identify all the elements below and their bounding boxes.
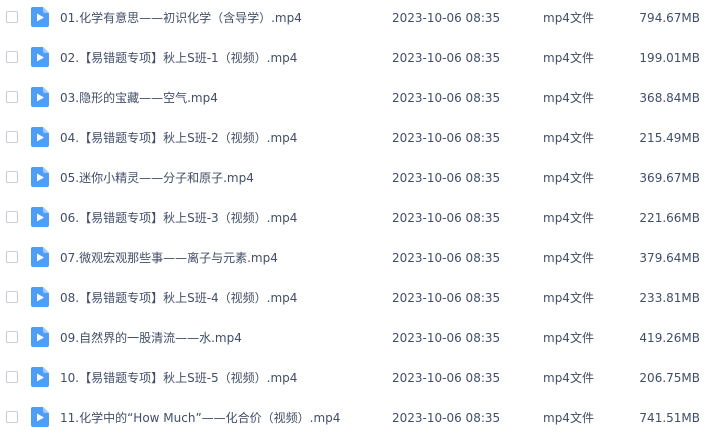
row-checkbox[interactable] <box>6 131 18 143</box>
file-date: 2023-10-06 08:35 <box>392 371 501 385</box>
file-list: 01.化学有意思——初识化学（含导学）.mp4 2023-10-06 08:35… <box>0 0 719 433</box>
file-date: 2023-10-06 08:35 <box>392 131 501 145</box>
file-name[interactable]: 06.【易错题专项】秋上S班-3（视频）.mp4 <box>60 210 297 226</box>
video-file-icon <box>31 367 49 387</box>
file-size: 221.66MB <box>639 211 700 225</box>
file-type: mp4文件 <box>543 51 594 65</box>
file-row[interactable]: 11.化学中的“How Much”——化合价（视频）.mp4 2023-10-0… <box>0 400 719 440</box>
file-name[interactable]: 08.【易错题专项】秋上S班-4（视频）.mp4 <box>60 290 297 306</box>
file-name[interactable]: 05.迷你小精灵——分子和原子.mp4 <box>60 170 254 186</box>
file-size: 206.75MB <box>639 371 700 385</box>
file-name[interactable]: 02.【易错题专项】秋上S班-1（视频）.mp4 <box>60 50 297 66</box>
row-checkbox[interactable] <box>6 11 18 23</box>
file-type: mp4文件 <box>543 91 594 105</box>
file-date: 2023-10-06 08:35 <box>392 91 501 105</box>
file-date: 2023-10-06 08:35 <box>392 171 501 185</box>
file-row[interactable]: 07.微观宏观那些事——离子与元素.mp4 2023-10-06 08:35 m… <box>0 240 719 280</box>
file-type: mp4文件 <box>543 291 594 305</box>
file-name[interactable]: 04.【易错题专项】秋上S班-2（视频）.mp4 <box>60 130 297 146</box>
file-date: 2023-10-06 08:35 <box>392 11 501 25</box>
file-size: 369.67MB <box>639 171 700 185</box>
row-checkbox[interactable] <box>6 251 18 263</box>
video-file-icon <box>31 207 49 227</box>
file-date: 2023-10-06 08:35 <box>392 211 501 225</box>
video-file-icon <box>31 287 49 307</box>
file-type: mp4文件 <box>543 11 594 25</box>
file-name[interactable]: 09.自然界的一股清流——水.mp4 <box>60 330 242 346</box>
file-type: mp4文件 <box>543 251 594 265</box>
file-type: mp4文件 <box>543 331 594 345</box>
row-checkbox[interactable] <box>6 411 18 423</box>
file-date: 2023-10-06 08:35 <box>392 291 501 305</box>
file-row[interactable]: 01.化学有意思——初识化学（含导学）.mp4 2023-10-06 08:35… <box>0 0 719 40</box>
file-type: mp4文件 <box>543 371 594 385</box>
file-size: 379.64MB <box>639 251 700 265</box>
video-file-icon <box>31 247 49 267</box>
file-type: mp4文件 <box>543 211 594 225</box>
video-file-icon <box>31 327 49 347</box>
video-file-icon <box>31 407 49 427</box>
file-size: 741.51MB <box>639 411 700 425</box>
row-checkbox[interactable] <box>6 291 18 303</box>
file-size: 199.01MB <box>639 51 700 65</box>
video-file-icon <box>31 7 49 27</box>
file-row[interactable]: 02.【易错题专项】秋上S班-1（视频）.mp4 2023-10-06 08:3… <box>0 40 719 80</box>
row-checkbox[interactable] <box>6 91 18 103</box>
row-checkbox[interactable] <box>6 171 18 183</box>
file-date: 2023-10-06 08:35 <box>392 411 501 425</box>
file-type: mp4文件 <box>543 131 594 145</box>
row-checkbox[interactable] <box>6 211 18 223</box>
file-row[interactable]: 04.【易错题专项】秋上S班-2（视频）.mp4 2023-10-06 08:3… <box>0 120 719 160</box>
file-size: 215.49MB <box>639 131 700 145</box>
file-row[interactable]: 09.自然界的一股清流——水.mp4 2023-10-06 08:35 mp4文… <box>0 320 719 360</box>
file-date: 2023-10-06 08:35 <box>392 51 501 65</box>
file-row[interactable]: 06.【易错题专项】秋上S班-3（视频）.mp4 2023-10-06 08:3… <box>0 200 719 240</box>
file-date: 2023-10-06 08:35 <box>392 251 501 265</box>
file-row[interactable]: 10.【易错题专项】秋上S班-5（视频）.mp4 2023-10-06 08:3… <box>0 360 719 400</box>
row-checkbox[interactable] <box>6 51 18 63</box>
file-name[interactable]: 01.化学有意思——初识化学（含导学）.mp4 <box>60 10 302 26</box>
row-checkbox[interactable] <box>6 331 18 343</box>
file-name[interactable]: 03.隐形的宝藏——空气.mp4 <box>60 90 218 106</box>
file-name[interactable]: 10.【易错题专项】秋上S班-5（视频）.mp4 <box>60 370 297 386</box>
video-file-icon <box>31 127 49 147</box>
file-name[interactable]: 11.化学中的“How Much”——化合价（视频）.mp4 <box>60 410 340 426</box>
file-row[interactable]: 05.迷你小精灵——分子和原子.mp4 2023-10-06 08:35 mp4… <box>0 160 719 200</box>
file-row[interactable]: 08.【易错题专项】秋上S班-4（视频）.mp4 2023-10-06 08:3… <box>0 280 719 320</box>
file-row[interactable]: 03.隐形的宝藏——空气.mp4 2023-10-06 08:35 mp4文件 … <box>0 80 719 120</box>
file-size: 794.67MB <box>639 11 700 25</box>
video-file-icon <box>31 47 49 67</box>
file-size: 419.26MB <box>639 331 700 345</box>
row-checkbox[interactable] <box>6 371 18 383</box>
file-type: mp4文件 <box>543 171 594 185</box>
video-file-icon <box>31 87 49 107</box>
file-size: 368.84MB <box>639 91 700 105</box>
file-type: mp4文件 <box>543 411 594 425</box>
video-file-icon <box>31 167 49 187</box>
file-date: 2023-10-06 08:35 <box>392 331 501 345</box>
file-name[interactable]: 07.微观宏观那些事——离子与元素.mp4 <box>60 250 278 266</box>
file-size: 233.81MB <box>639 291 700 305</box>
